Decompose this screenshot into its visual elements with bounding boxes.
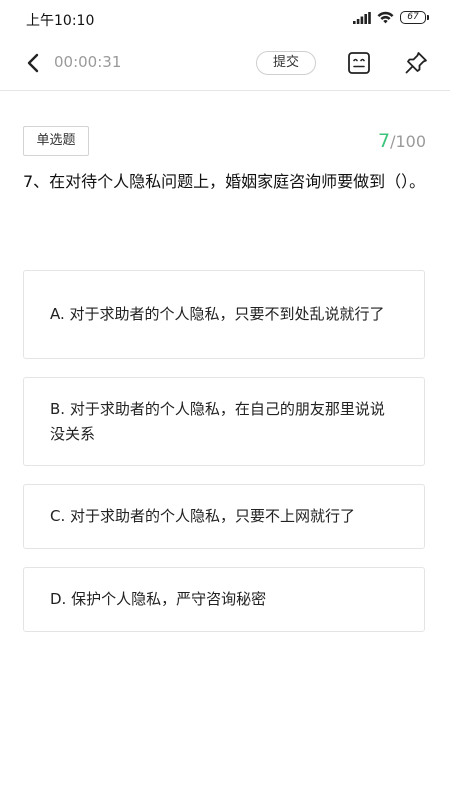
current-question-number: 7 <box>377 130 391 152</box>
option-b[interactable]: B. 对于求助者的个人隐私，在自己的朋友那里说说没关系 <box>23 377 425 466</box>
option-a[interactable]: A. 对于求助者的个人隐私，只要不到处乱说就行了 <box>23 270 425 359</box>
exam-toolbar: 00:00:31 提交 <box>0 38 450 91</box>
pin-button[interactable] <box>403 50 429 76</box>
question-text: 7、在对待个人隐私问题上，婚姻家庭咨询师要做到（）。 <box>23 172 426 191</box>
option-c[interactable]: C. 对于求助者的个人隐私，只要不上网就行了 <box>23 484 425 549</box>
option-b-text: B. 对于求助者的个人隐私，在自己的朋友那里说说没关系 <box>50 399 385 443</box>
wifi-icon <box>377 11 394 24</box>
battery-icon: 67 <box>400 11 429 24</box>
back-button[interactable] <box>20 50 46 76</box>
exam-screen: 上午10:10 67 00:00:31 提交 单选题 7/100 7、在对待个人… <box>0 0 450 800</box>
question-type-badge: 单选题 <box>23 126 89 156</box>
status-bar: 上午10:10 67 <box>0 0 450 38</box>
answer-card-button[interactable] <box>346 50 372 76</box>
chevron-left-icon <box>27 53 39 73</box>
option-c-text: C. 对于求助者的个人隐私，只要不上网就行了 <box>50 507 356 525</box>
submit-button[interactable]: 提交 <box>256 51 316 75</box>
total-question-count: /100 <box>390 132 426 151</box>
option-a-text: A. 对于求助者的个人隐私，只要不到处乱说就行了 <box>50 305 385 323</box>
exam-timer: 00:00:31 <box>54 53 122 71</box>
question-progress: 7/100 <box>378 130 426 152</box>
answer-card-icon <box>348 52 370 74</box>
option-d[interactable]: D. 保护个人隐私，严守咨询秘密 <box>23 567 425 632</box>
option-d-text: D. 保护个人隐私，严守咨询秘密 <box>50 590 267 608</box>
status-icons: 67 <box>353 11 429 24</box>
status-time: 上午10:10 <box>26 13 95 29</box>
pin-icon <box>405 52 427 74</box>
signal-icon <box>353 11 371 24</box>
